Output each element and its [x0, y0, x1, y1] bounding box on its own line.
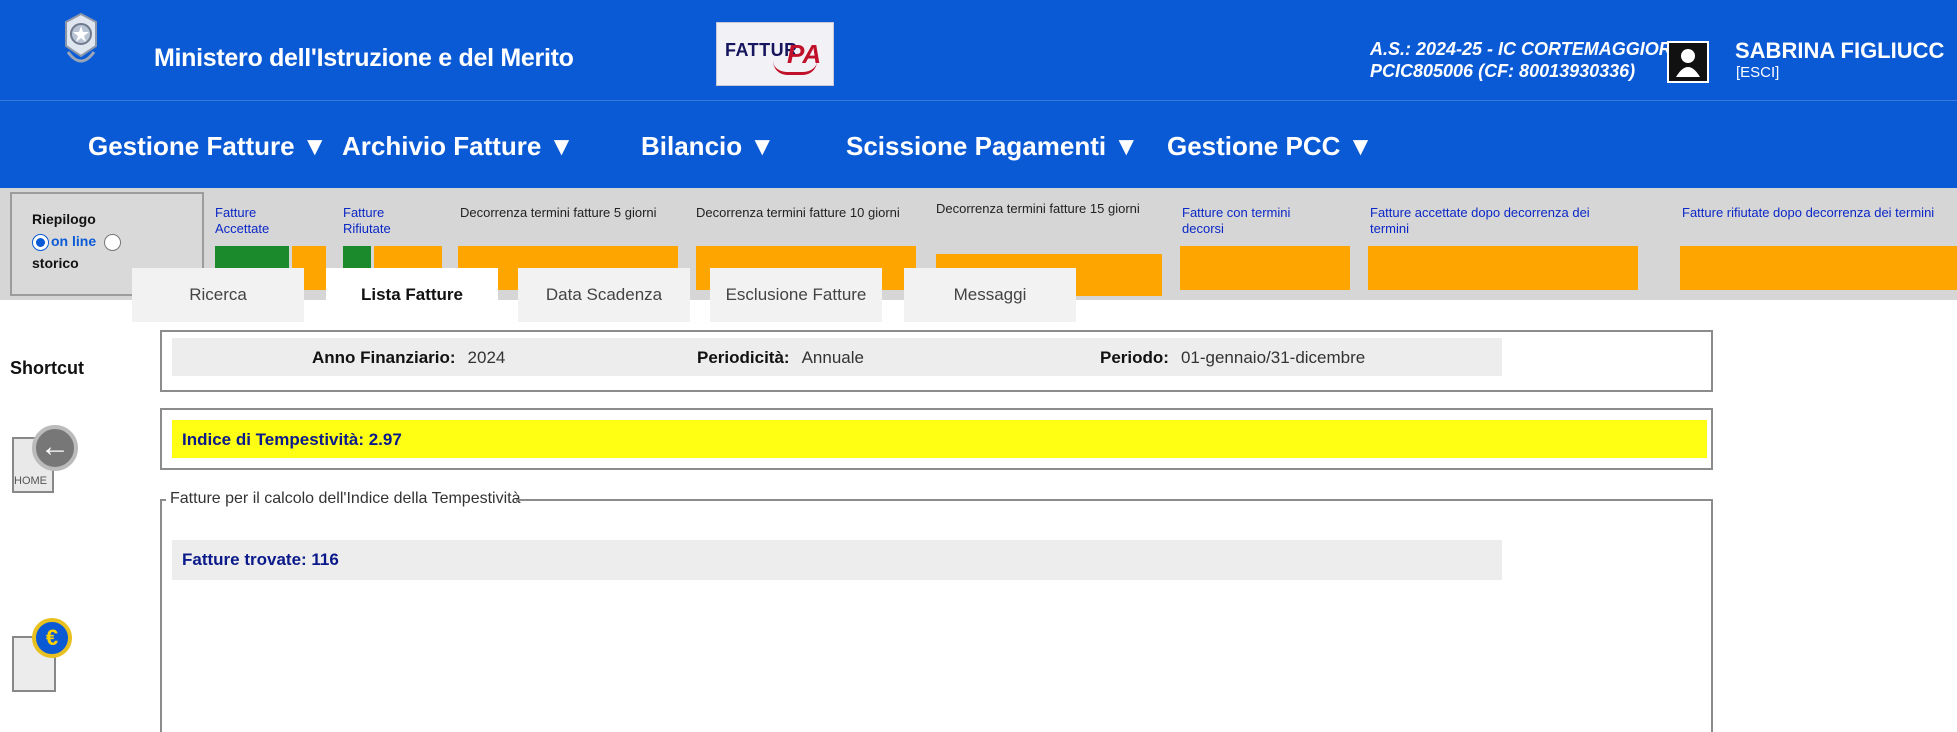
legend-line-right [516, 499, 1713, 501]
bar-termini-decorsi[interactable] [1180, 246, 1350, 290]
legend-text: Fatture per il calcolo dell'Indice della… [168, 490, 523, 508]
menu-bilancio[interactable]: Bilancio ▼ [641, 131, 775, 162]
main-menu: Gestione Fatture ▼ Archivio Fatture ▼ Bi… [0, 100, 1957, 188]
stat-fatture-rifiutate[interactable]: Fatture Rifiutate [343, 205, 413, 237]
storico-radio[interactable] [104, 233, 122, 251]
periodicita: Periodicità: Annuale [697, 348, 864, 368]
app-header: Ministero dell'Istruzione e del Merito F… [0, 0, 1957, 100]
home-shortcut-icon[interactable]: ← HOME [12, 425, 78, 507]
periodo-panel: Anno Finanziario: 2024 Periodicità: Annual… [160, 330, 1713, 392]
periodo-value: 01-gennaio/31-dicembre [1180, 348, 1366, 367]
back-arrow-icon: ← [40, 430, 70, 463]
periodo: Periodo: 01-gennaio/31-dicembre [1100, 348, 1365, 368]
anno-label: Anno Finanziario: [312, 348, 456, 367]
bar-rifiutate-dopo[interactable] [1680, 246, 1957, 290]
fatture-legend: Fatture per il calcolo dell'Indice della… [160, 490, 1713, 508]
stat-fatture-accettate[interactable]: Fatture Accettate [215, 205, 285, 237]
tab-ricerca[interactable]: Ricerca [132, 268, 304, 322]
school-year-name: A.S.: 2024-25 - IC CORTEMAGGIORE [1370, 39, 1684, 59]
stat-decorrenza-15[interactable]: Decorrenza termini fatture 15 giorni [936, 198, 1156, 220]
online-label: on line [51, 233, 97, 249]
school-code: PCIC805006 (CF: 80013930336) [1370, 61, 1636, 81]
euro-coin-icon: € [32, 618, 72, 658]
euro-shortcut-icon[interactable]: € [12, 618, 74, 692]
stat-decorrenza-5[interactable]: Decorrenza termini fatture 5 giorni [460, 205, 690, 221]
riepilogo-options: on line [32, 230, 202, 252]
indice-panel: Indice di Tempestività: 2.97 [160, 408, 1713, 470]
user-name: SABRINA FIGLIUCC [1735, 38, 1945, 63]
periodo-row: Anno Finanziario: 2024 Periodicità: Annual… [172, 338, 1502, 376]
ministry-title: Ministero dell'Istruzione e del Merito [154, 44, 574, 72]
tab-esclusione-fatture[interactable]: Esclusione Fatture [710, 268, 882, 322]
periodicita-value: Annuale [801, 348, 864, 367]
anno-finanziario: Anno Finanziario: 2024 [312, 348, 505, 368]
person-icon [1676, 49, 1700, 77]
school-info: A.S.: 2024-25 - IC CORTEMAGGIORE PCIC805… [1370, 38, 1684, 82]
fatture-trovate: Fatture trovate: 116 [172, 540, 1502, 580]
menu-scissione-pagamenti[interactable]: Scissione Pagamenti ▼ [846, 131, 1139, 162]
user-avatar-icon [1667, 41, 1709, 83]
anno-value: 2024 [467, 348, 506, 367]
bar-accettate-dopo[interactable] [1368, 246, 1638, 290]
tab-messaggi[interactable]: Messaggi [904, 268, 1076, 322]
stat-decorrenza-10[interactable]: Decorrenza termini fatture 10 giorni [696, 205, 926, 221]
periodo-label: Periodo: [1100, 348, 1169, 367]
menu-gestione-pcc[interactable]: Gestione PCC ▼ [1167, 131, 1373, 162]
online-radio[interactable] [32, 233, 49, 251]
tab-data-scadenza[interactable]: Data Scadenza [518, 268, 690, 322]
tab-lista-fatture[interactable]: Lista Fatture [326, 268, 498, 326]
logo-swoosh [773, 61, 817, 75]
stat-rifiutate-dopo-decorrenza[interactable]: Fatture rifiutate dopo decorrenza dei te… [1682, 205, 1952, 221]
stat-accettate-dopo-decorrenza[interactable]: Fatture accettate dopo decorrenza dei te… [1370, 205, 1630, 237]
menu-gestione-fatture[interactable]: Gestione Fatture ▼ [88, 131, 328, 162]
menu-archivio-fatture[interactable]: Archivio Fatture ▼ [342, 131, 574, 162]
periodicita-label: Periodicità: [697, 348, 790, 367]
fattura-pa-logo: FATTUR PA [716, 22, 834, 86]
logout-link[interactable]: [ESCI] [1736, 64, 1779, 81]
legend-line-left [160, 499, 166, 501]
home-label: HOME [14, 475, 47, 487]
republic-emblem-icon [65, 12, 97, 63]
indice-tempestivita: Indice di Tempestività: 2.97 [172, 420, 1707, 458]
stat-termini-decorsi[interactable]: Fatture con termini decorsi [1182, 205, 1332, 237]
shortcut-title: Shortcut [10, 358, 84, 378]
fatture-fieldset: Fatture trovate: 116 [160, 500, 1713, 732]
riepilogo-title: Riepilogo [32, 211, 96, 227]
